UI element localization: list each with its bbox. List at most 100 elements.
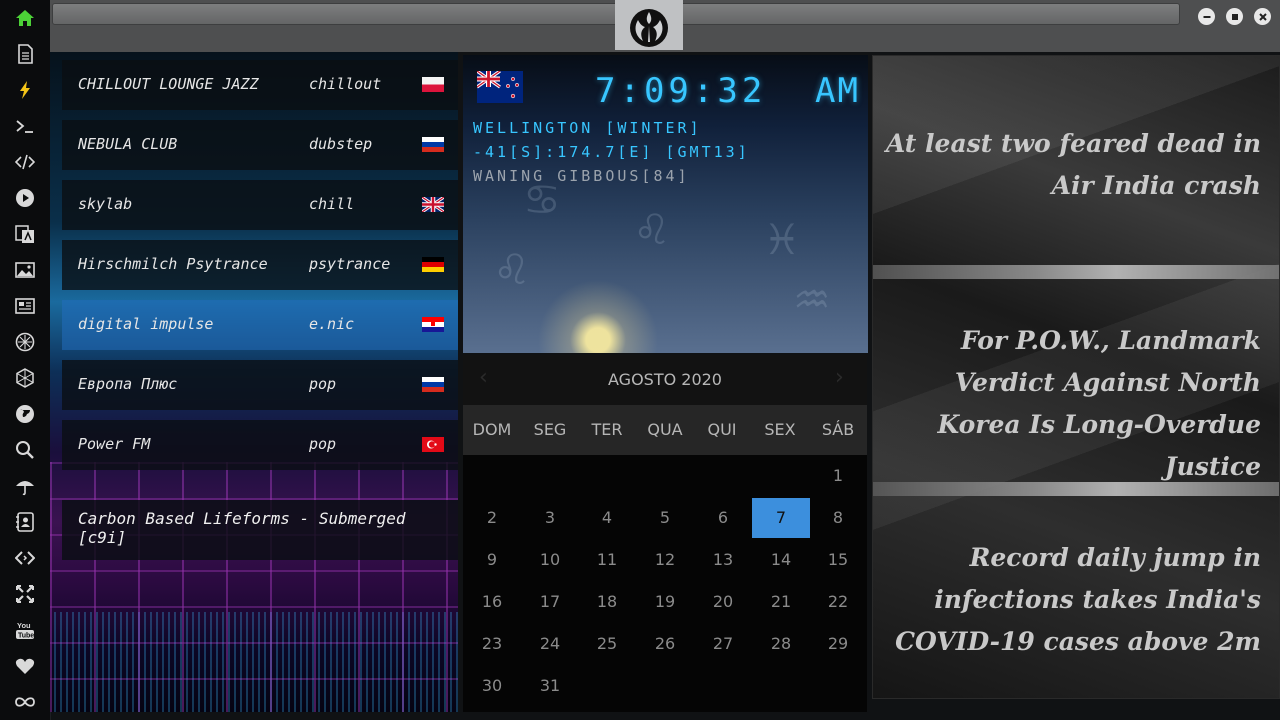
zodiac-decoration: ♌ (493, 245, 531, 294)
calendar-day[interactable]: 2 (463, 498, 521, 538)
station-name: skylab (78, 195, 133, 213)
calendar-day[interactable]: 31 (521, 666, 579, 706)
rebel-alliance-icon (615, 0, 683, 50)
news-headline[interactable]: For P.O.W., Landmark Verdict Against Nor… (881, 320, 1261, 488)
clock-time: 7:09:32 (595, 71, 767, 111)
calendar-day[interactable]: 20 (694, 582, 752, 622)
home-icon[interactable] (13, 6, 37, 30)
calendar-day[interactable]: 13 (694, 540, 752, 580)
youtube-icon[interactable]: You Tube (13, 618, 37, 642)
expand-icon[interactable] (13, 582, 37, 606)
calendar-day[interactable]: 21 (752, 582, 810, 622)
zodiac-decoration: ♓ (763, 215, 801, 264)
calendar-day[interactable]: 26 (636, 624, 694, 664)
image-icon[interactable] (13, 258, 37, 282)
calendar-day-today[interactable]: 7 (752, 498, 810, 538)
station-item[interactable]: CHILLOUT LOUNGE JAZZ chillout (62, 60, 458, 110)
station-name: CHILLOUT LOUNGE JAZZ (78, 75, 259, 93)
station-name: Hirschmilch Psytrance (78, 255, 268, 273)
calendar-day[interactable]: 16 (463, 582, 521, 622)
calendar-day[interactable]: 14 (752, 540, 810, 580)
calendar-day[interactable]: 25 (578, 624, 636, 664)
calendar-day[interactable]: 19 (636, 582, 694, 622)
code-icon[interactable] (13, 150, 37, 174)
station-genre: psytrance (309, 255, 391, 273)
calendar-day[interactable]: 18 (578, 582, 636, 622)
news-icon[interactable] (13, 294, 37, 318)
news-panel: At least two feared dead in Air India cr… (872, 55, 1280, 699)
now-playing-title: Carbon Based Lifeforms - Submerged [c9i] (78, 509, 406, 547)
close-button[interactable] (1254, 8, 1271, 25)
station-item[interactable]: NEBULA CLUB dubstep (62, 120, 458, 170)
weekday-label: QUA (647, 420, 683, 439)
croatia-flag-icon (422, 317, 444, 332)
calendar-day[interactable]: 11 (578, 540, 636, 580)
news-headline[interactable]: Record daily jump in infections takes In… (881, 537, 1261, 663)
station-genre: dubstep (309, 135, 373, 153)
station-item[interactable]: Power FM pop (62, 420, 458, 470)
weekday-header: DOM SEG TER QUA QUI SEX SÁB (463, 405, 867, 455)
zodiac-decoration: ♒ (793, 275, 831, 324)
station-name: digital impulse (78, 315, 214, 333)
code-brackets-icon[interactable] (13, 546, 37, 570)
new-zealand-flag-icon (477, 71, 523, 103)
turkey-flag-icon (422, 437, 444, 452)
station-item[interactable]: skylab chill (62, 180, 458, 230)
calendar-day[interactable]: 12 (636, 540, 694, 580)
clock-ampm: AM (815, 71, 860, 111)
calendar-day[interactable]: 5 (636, 498, 694, 538)
hexagon-icon[interactable] (13, 366, 37, 390)
terminal-icon[interactable] (13, 114, 37, 138)
compass-icon[interactable] (13, 330, 37, 354)
weekday-label: TER (591, 420, 623, 439)
station-name: NEBULA CLUB (78, 135, 178, 153)
calendar-month: AGOSTO 2020 (608, 370, 722, 389)
calendar-day[interactable]: 27 (694, 624, 752, 664)
lightning-icon[interactable] (13, 78, 37, 102)
calendar-day[interactable]: 28 (752, 624, 810, 664)
calendar-day[interactable]: 23 (463, 624, 521, 664)
globe-icon[interactable] (13, 402, 37, 426)
search-icon[interactable] (13, 438, 37, 462)
zodiac-decoration: ♌ (633, 205, 671, 254)
calendar-day[interactable]: 6 (694, 498, 752, 538)
calendar-day[interactable]: 1 (809, 456, 867, 496)
calendar-day[interactable]: 29 (809, 624, 867, 664)
station-name: Европа Плюс (78, 375, 178, 393)
calendar-day[interactable]: 24 (521, 624, 579, 664)
germany-flag-icon (422, 257, 444, 272)
station-genre: chillout (309, 75, 382, 93)
calendar-day[interactable]: 8 (809, 498, 867, 538)
next-month-button[interactable]: › (835, 365, 844, 390)
play-icon[interactable] (13, 186, 37, 210)
weekday-label: DOM (472, 420, 512, 439)
calendar-day[interactable]: 15 (809, 540, 867, 580)
radio-panel: CHILLOUT LOUNGE JAZZ chillout NEBULA CLU… (50, 52, 458, 712)
station-genre: pop (309, 375, 337, 393)
contacts-icon[interactable] (13, 510, 37, 534)
news-divider (873, 482, 1279, 496)
umbrella-icon[interactable] (13, 474, 37, 498)
svg-text:Tube: Tube (18, 633, 34, 640)
infinity-icon[interactable] (13, 690, 37, 714)
heart-icon[interactable] (13, 654, 37, 678)
calendar: ‹ AGOSTO 2020 › DOM SEG TER QUA QUI SEX … (463, 355, 867, 712)
calendar-day[interactable]: 30 (463, 666, 521, 706)
station-item[interactable]: Европа Плюс pop (62, 360, 458, 410)
calendar-day[interactable]: 9 (463, 540, 521, 580)
station-item[interactable]: Hirschmilch Psytrance psytrance (62, 240, 458, 290)
calendar-day[interactable]: 3 (521, 498, 579, 538)
maximize-button[interactable] (1226, 8, 1243, 25)
translate-icon[interactable] (13, 222, 37, 246)
station-item-selected[interactable]: digital impulse e.nic (62, 300, 458, 350)
calendar-day[interactable]: 17 (521, 582, 579, 622)
united-kingdom-flag-icon (422, 197, 444, 212)
weekday-label: SÁB (821, 420, 855, 439)
news-headline[interactable]: At least two feared dead in Air India cr… (881, 123, 1261, 207)
document-icon[interactable] (13, 42, 37, 66)
minimize-button[interactable] (1198, 8, 1215, 25)
calendar-day[interactable]: 4 (578, 498, 636, 538)
calendar-day[interactable]: 10 (521, 540, 579, 580)
title-bar (50, 0, 1280, 52)
calendar-day[interactable]: 22 (809, 582, 867, 622)
